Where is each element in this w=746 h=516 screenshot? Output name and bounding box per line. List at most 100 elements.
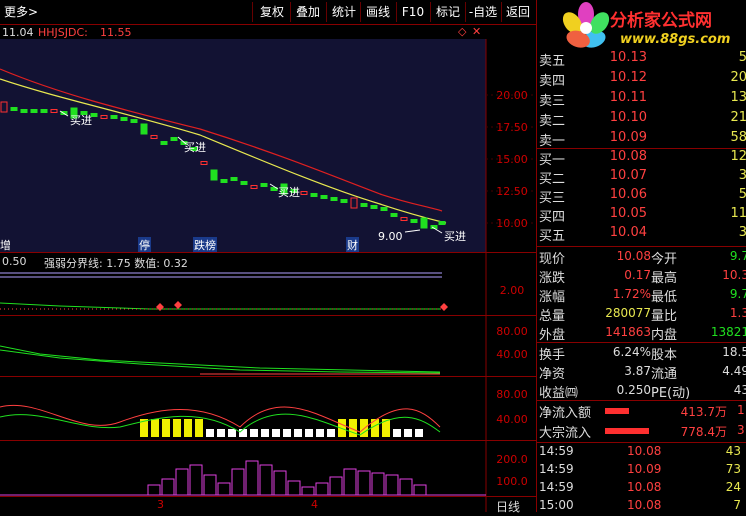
ind1-curve xyxy=(0,302,440,310)
buy-signal-label: 买进 xyxy=(444,230,466,243)
bid-row[interactable]: 买五 10.04 3 xyxy=(537,225,746,245)
f10-button[interactable]: F10 xyxy=(398,3,428,21)
flow-label: 净流入额 xyxy=(539,406,592,421)
ask-row[interactable]: 卖四 10.12 20 xyxy=(537,70,746,90)
ask-row[interactable]: 卖二 10.10 21 xyxy=(537,110,746,130)
ask-volume: 58 xyxy=(730,130,746,145)
candle xyxy=(110,115,118,119)
bid-label: 买一 xyxy=(539,153,566,168)
ind3-bar xyxy=(250,429,258,437)
ind4-bar xyxy=(357,470,371,496)
stat-value: 280077 xyxy=(605,306,651,320)
flow-value: 413.7万 xyxy=(680,405,727,419)
stat-label: 今开 xyxy=(651,252,678,267)
candle xyxy=(320,195,328,199)
candle xyxy=(330,197,338,201)
ind3-bar xyxy=(415,429,423,437)
ind4-bar xyxy=(161,478,175,496)
bid-row[interactable]: 买二 10.07 3 xyxy=(537,168,746,188)
ind3-bar xyxy=(404,429,412,437)
stat-value: 10.08 xyxy=(616,249,651,263)
ask-row[interactable]: 卖五 10.13 5 xyxy=(537,50,746,70)
remove-watchlist-button[interactable]: -自选 xyxy=(467,3,499,21)
bid-label: 买四 xyxy=(539,210,566,225)
candle xyxy=(170,137,178,141)
tick-row: 14:59 10.08 24 xyxy=(537,480,746,498)
ind4-bars xyxy=(147,460,427,496)
restore-rights-button[interactable]: 复权 xyxy=(256,3,288,21)
ind4-bar xyxy=(245,460,259,496)
ind3-bar xyxy=(195,419,203,437)
quote-panel: 卖五 10.13 5 卖四 10.12 20 卖三 10.11 13 卖二 10.10 21 卖一 10.… xyxy=(536,0,746,512)
pane-divider xyxy=(0,496,536,497)
ask-label: 卖三 xyxy=(539,94,566,109)
draw-line-button[interactable]: 画线 xyxy=(362,3,394,21)
y-tick: 200.0 xyxy=(496,453,528,466)
ind3-bar xyxy=(173,419,181,437)
overlay-button[interactable]: 叠加 xyxy=(292,3,324,21)
stat-label: 流通 xyxy=(651,367,678,382)
candle xyxy=(30,109,38,113)
x-tick: 4 xyxy=(311,498,318,511)
low-price-label: 9.00 xyxy=(378,230,403,243)
stat-label: 现价 xyxy=(539,252,566,267)
ind3-bar xyxy=(327,429,335,437)
candle xyxy=(240,181,248,185)
tick-time: 14:59 xyxy=(539,444,574,458)
ranking-tag[interactable]: 跌榜 xyxy=(193,237,217,253)
suspended-tag[interactable]: 停 xyxy=(138,237,151,253)
candle xyxy=(230,177,238,181)
y-tick: 40.00 xyxy=(496,413,528,426)
buy-signal-label: 买进 xyxy=(70,114,92,127)
ind2-green-line xyxy=(0,349,441,374)
y-tick: 100.0 xyxy=(496,475,528,488)
increase-tag[interactable]: 增 xyxy=(0,237,11,253)
stat-value: 0.17 xyxy=(624,268,651,282)
bid-price: 10.08 xyxy=(609,149,647,164)
stat-value: 43 xyxy=(733,383,746,397)
stat-value: 9.7 xyxy=(729,249,746,263)
candle xyxy=(40,109,48,113)
diamond-icon[interactable]: ◇ xyxy=(458,25,466,38)
ind3-bar xyxy=(305,429,313,437)
x-tick: 3 xyxy=(157,498,164,511)
tick-time: 14:59 xyxy=(539,462,574,476)
candle xyxy=(438,221,446,225)
tick-row: 14:59 10.09 73 xyxy=(537,462,746,480)
candle xyxy=(260,183,268,187)
ind4-bar xyxy=(231,468,245,496)
ind4-bar xyxy=(203,474,217,496)
ask-row[interactable]: 卖一 10.09 58 xyxy=(537,130,746,150)
ask-volume: 5 xyxy=(738,50,746,65)
y-tick: 15.00 xyxy=(496,153,528,166)
tick-row: 15:00 10.08 7 xyxy=(537,498,746,516)
ask-row[interactable]: 卖三 10.11 13 xyxy=(537,90,746,110)
stat-label: 量比 xyxy=(651,309,678,324)
ask-price: 10.12 xyxy=(609,70,647,85)
close-icon[interactable]: ✕ xyxy=(472,25,481,38)
ask-price: 10.10 xyxy=(609,110,647,125)
stat-value: 1.72% xyxy=(612,287,651,301)
candle xyxy=(160,141,168,145)
ask-label: 卖五 xyxy=(539,54,566,69)
mark-button[interactable]: 标记 xyxy=(432,3,464,21)
statistics-button[interactable]: 统计 xyxy=(328,3,360,21)
indicator-name: HHJSJDC: xyxy=(38,26,88,39)
stat-label: 涨跌 xyxy=(539,271,566,286)
kline-chart-area[interactable]: 11.04 HHJSJDC: 11.55 ◇ ✕ 买进 买进 买进 买进 9.0… xyxy=(0,25,536,515)
flow-extra: 3 xyxy=(737,423,745,437)
bid-row[interactable]: 买一 10.08 12 xyxy=(537,149,746,169)
tick-volume: 24 xyxy=(725,480,741,494)
tick-volume: 43 xyxy=(725,444,741,458)
period-selector[interactable]: 日线 xyxy=(496,498,520,515)
y-tick: 40.00 xyxy=(496,348,528,361)
pane-divider xyxy=(0,252,536,253)
bid-row[interactable]: 买三 10.06 5 xyxy=(537,187,746,207)
finance-tag[interactable]: 财 xyxy=(346,237,359,253)
ind3-bar xyxy=(151,419,159,437)
more-button[interactable]: 更多> xyxy=(4,3,44,21)
ind4-bar xyxy=(189,464,203,496)
bid-row[interactable]: 买四 10.05 11 xyxy=(537,206,746,226)
back-button[interactable]: 返回 xyxy=(503,3,533,21)
stat-label: 换手 xyxy=(539,348,566,363)
